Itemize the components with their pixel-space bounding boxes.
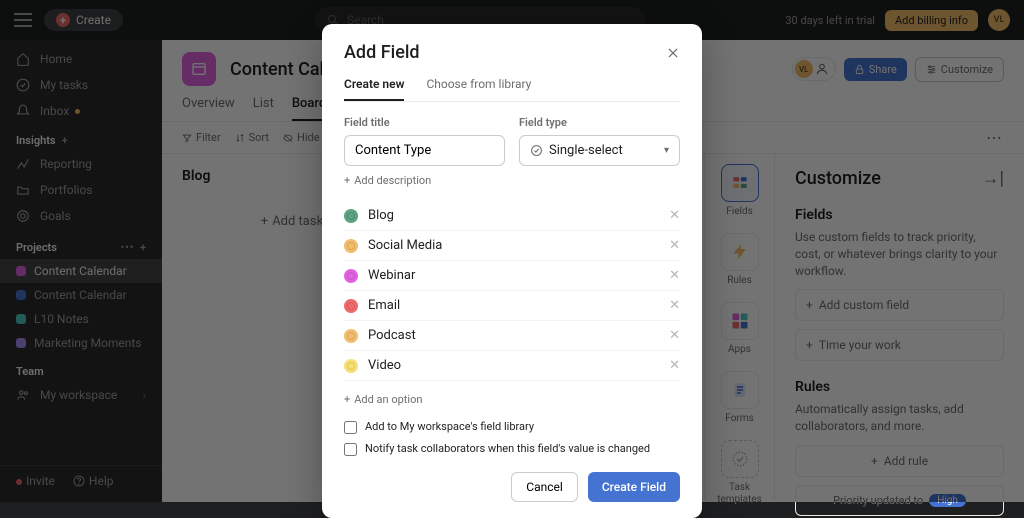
remove-option-button[interactable]: ✕ <box>669 328 680 343</box>
tab-create-new[interactable]: Create new <box>344 77 404 101</box>
field-title-input[interactable] <box>344 135 505 166</box>
remove-option-button[interactable]: ✕ <box>669 298 680 313</box>
option-color-icon <box>344 329 358 343</box>
modal-title: Add Field <box>344 42 420 63</box>
cancel-button[interactable]: Cancel <box>511 472 578 502</box>
modal-tabs: Create new Choose from library <box>344 77 680 102</box>
close-icon <box>666 46 680 60</box>
remove-option-button[interactable]: ✕ <box>669 358 680 373</box>
option-list: Blog✕ Social Media✕ Webinar✕ Email✕ Podc… <box>344 201 680 381</box>
checkbox-input[interactable] <box>344 443 357 456</box>
chevron-down-icon: ▾ <box>664 145 669 156</box>
add-field-modal: Add Field Create new Choose from library… <box>322 24 702 518</box>
checkbox-input[interactable] <box>344 421 357 434</box>
field-type-select[interactable]: Single-select ▾ <box>519 135 680 166</box>
option-color-icon <box>344 209 358 223</box>
option-row[interactable]: Video✕ <box>344 351 680 381</box>
option-row[interactable]: Social Media✕ <box>344 231 680 261</box>
option-row[interactable]: Email✕ <box>344 291 680 321</box>
add-option-button[interactable]: +Add an option <box>344 387 680 412</box>
field-title-label: Field title <box>344 116 505 129</box>
remove-option-button[interactable]: ✕ <box>669 208 680 223</box>
option-color-icon <box>344 269 358 283</box>
option-color-icon <box>344 359 358 373</box>
single-select-icon <box>530 144 543 157</box>
option-row[interactable]: Webinar✕ <box>344 261 680 291</box>
plus-icon: + <box>344 393 350 406</box>
option-row[interactable]: Blog✕ <box>344 201 680 231</box>
add-description-button[interactable]: +Add description <box>344 174 680 187</box>
notify-collaborators-checkbox[interactable]: Notify task collaborators when this fiel… <box>344 442 680 456</box>
field-type-label: Field type <box>519 116 680 129</box>
plus-icon: + <box>344 174 350 187</box>
option-color-icon <box>344 299 358 313</box>
add-to-library-checkbox[interactable]: Add to My workspace's field library <box>344 420 680 434</box>
option-color-icon <box>344 239 358 253</box>
remove-option-button[interactable]: ✕ <box>669 268 680 283</box>
close-button[interactable] <box>666 46 680 60</box>
tab-choose-library[interactable]: Choose from library <box>426 77 531 101</box>
remove-option-button[interactable]: ✕ <box>669 238 680 253</box>
option-row[interactable]: Podcast✕ <box>344 321 680 351</box>
create-field-button[interactable]: Create Field <box>588 472 680 502</box>
